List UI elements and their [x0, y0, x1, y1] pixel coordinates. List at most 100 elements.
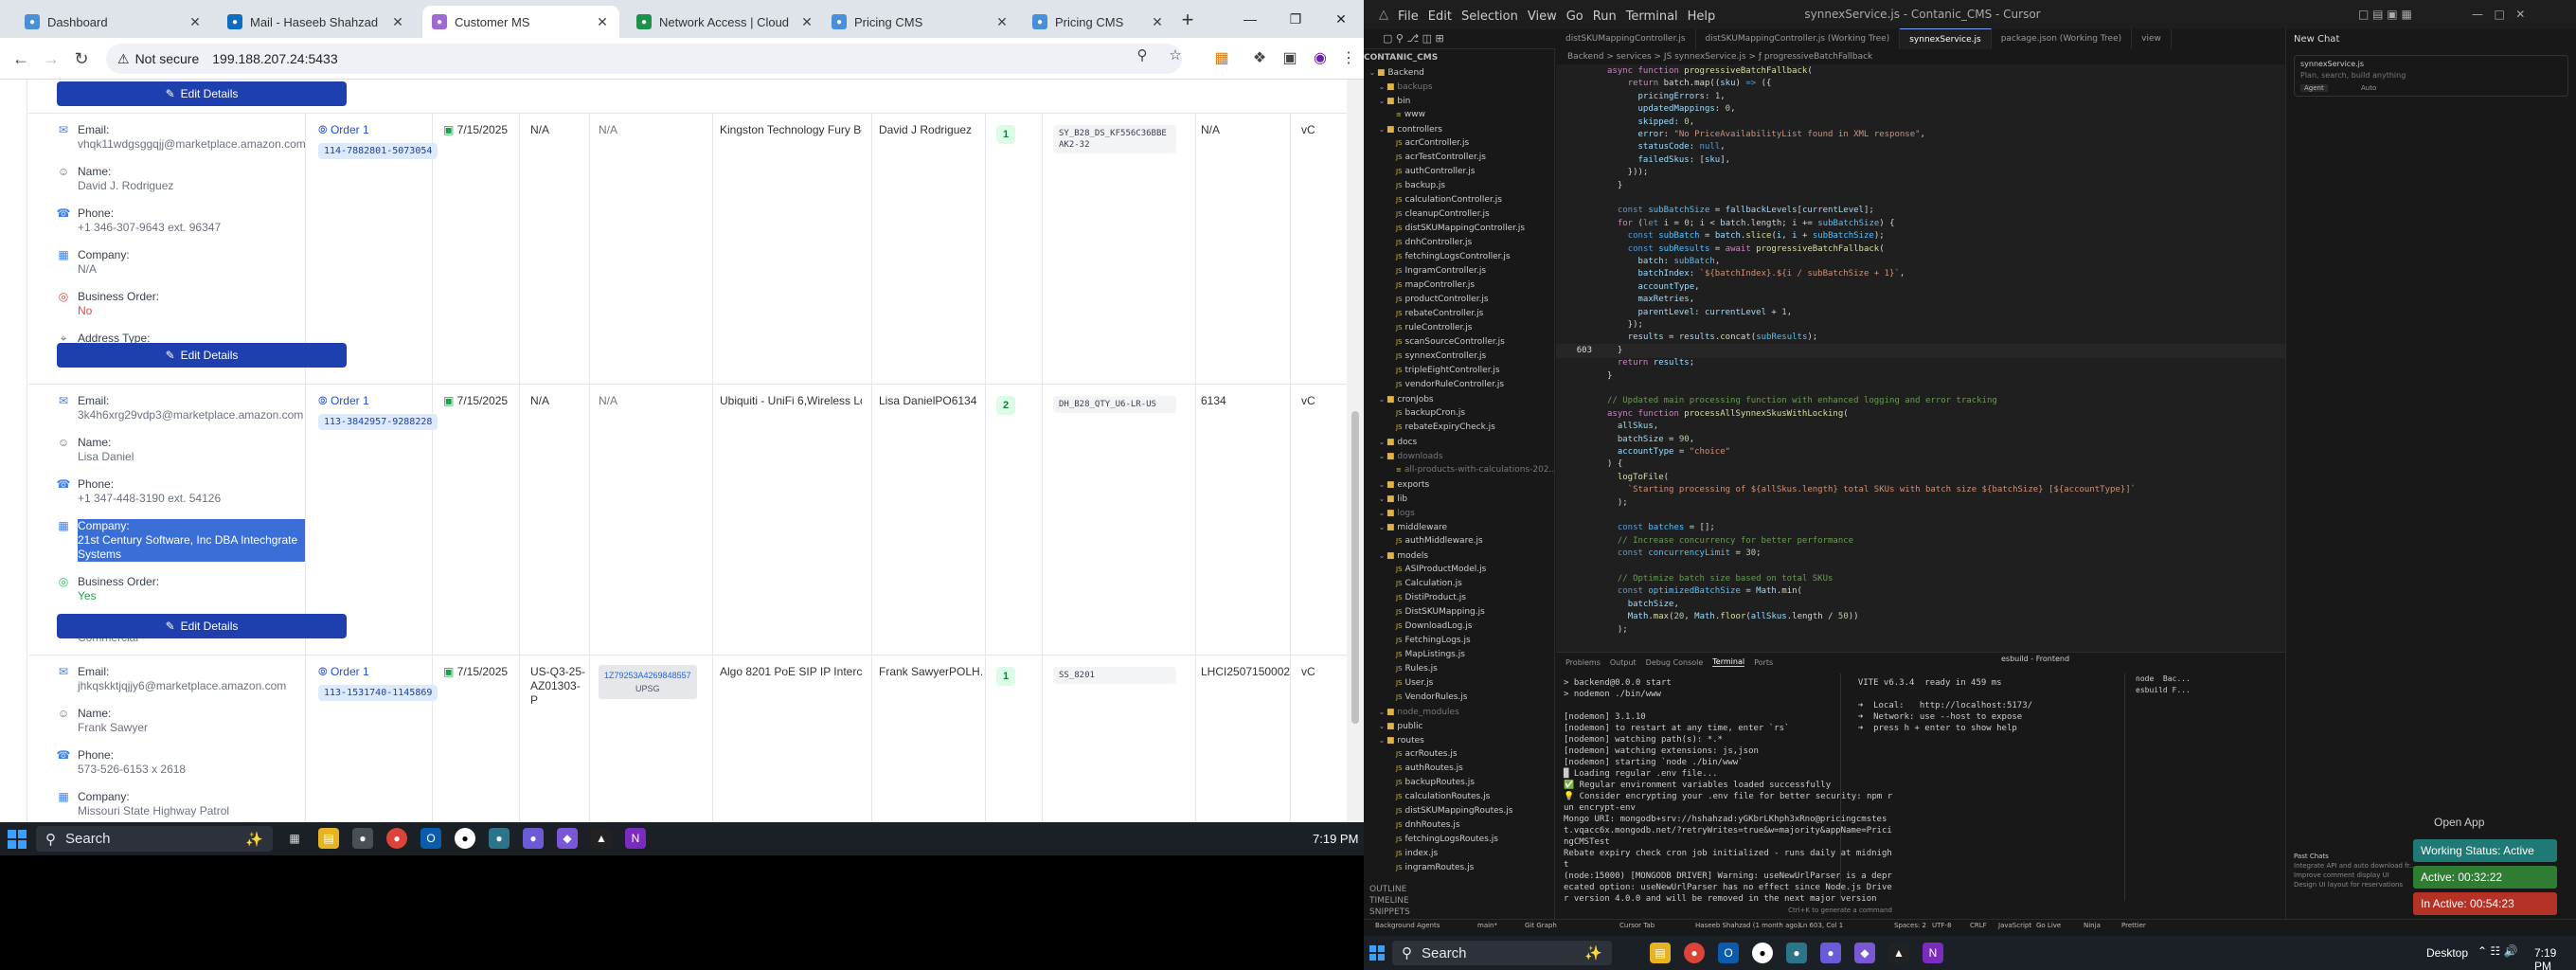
explorer-item[interactable]: JS tripleEightController.js	[1364, 364, 1554, 378]
order-id-chip[interactable]: 114-7882801-5073054	[318, 143, 438, 159]
explorer-item[interactable]: JS DistSKUMapping.js	[1364, 605, 1554, 620]
status-item[interactable]: JavaScript	[1998, 922, 2031, 929]
github-icon[interactable]: ●	[1752, 943, 1773, 963]
close-icon[interactable]: ✕	[188, 14, 203, 30]
explorer-item[interactable]: JS calculationRoutes.js	[1364, 790, 1554, 804]
layout-icons[interactable]: □ ▤ ▣ ▦	[2358, 8, 2412, 21]
menu-item[interactable]: Edit	[1428, 9, 1452, 24]
app-icon-3[interactable]: ◆	[1854, 943, 1875, 963]
page-scrollbar[interactable]	[1347, 80, 1364, 822]
cursor-app-icon[interactable]: ▲	[1888, 943, 1909, 963]
extension-grid-icon[interactable]: ▦	[1210, 47, 1233, 70]
explorer-item[interactable]: JS vendorRuleController.js	[1364, 378, 1554, 392]
edit-details-button[interactable]: ✎ Edit Details	[57, 343, 347, 368]
explorer-item[interactable]: JS User.js	[1364, 676, 1554, 691]
status-item[interactable]: Go Live	[2036, 922, 2061, 929]
close-icon[interactable]: ✕	[390, 14, 405, 30]
explorer-item[interactable]: ⌄ ■ downloads	[1364, 449, 1554, 463]
sidepanel-icon[interactable]: ▣	[1279, 47, 1301, 70]
order-id-chip[interactable]: 113-3842957-9288228	[318, 414, 438, 430]
zoom-icon[interactable]: ⚲	[1132, 45, 1153, 66]
status-item[interactable]: Prettier	[2121, 922, 2146, 929]
editor-tab[interactable]: distSKUMappingController.js (Working Tre…	[1696, 28, 1901, 49]
github-icon[interactable]: ●	[455, 828, 475, 849]
browser-tab[interactable]: ● Pricing CMS ✕	[1023, 6, 1174, 38]
explorer-item[interactable]: JS ingramRoutes.js	[1364, 861, 1554, 875]
explorer-item[interactable]: JS fetchingLogsController.js	[1364, 250, 1554, 264]
edit-details-button[interactable]: ✎ Edit Details	[57, 81, 347, 106]
app-icon-1[interactable]: ●	[1786, 943, 1807, 963]
chat-file-chip[interactable]: synnexService.js	[2300, 60, 2364, 68]
explorer-item[interactable]: JS authController.js	[1364, 165, 1554, 179]
chat-model-select[interactable]: Auto	[2361, 84, 2376, 92]
email-value[interactable]: 3k4h6xrg29vdp3@marketplace.amazon.com	[78, 408, 303, 422]
chrome-alt-icon[interactable]: ●	[386, 828, 407, 849]
status-item[interactable]: Ninja	[2084, 922, 2101, 929]
tracking-chip[interactable]: 1Z79253A4269848557 UPSG	[599, 665, 697, 699]
chat-input-box[interactable]: synnexService.js Plan, search, build any…	[2294, 55, 2568, 97]
profile-icon[interactable]: ◉	[1309, 47, 1332, 70]
explorer-item[interactable]: ⌄ ■ routes	[1364, 733, 1554, 747]
browser-tab[interactable]: ● Pricing CMS ✕	[822, 6, 1019, 38]
status-item[interactable]: Spaces: 2	[1894, 922, 1926, 929]
past-chat-item[interactable]: Past Chats	[2294, 853, 2329, 860]
task-view-icon[interactable]: ▦	[284, 828, 305, 849]
menu-item[interactable]: File	[1398, 9, 1419, 24]
reload-icon[interactable]: ↻	[68, 45, 95, 72]
status-item[interactable]: CRLF	[1970, 922, 1987, 929]
menu-icon[interactable]: ⋮	[1337, 47, 1360, 70]
outlook-icon[interactable]: O	[1718, 943, 1739, 963]
email-value[interactable]: vhqk11wdgsggqjj@marketplace.amazon.com	[78, 137, 306, 152]
explorer-item[interactable]: JS calculationController.js	[1364, 193, 1554, 207]
browser-tab[interactable]: ● Customer MS ✕	[422, 6, 619, 38]
explorer-item[interactable]: JS backupCron.js	[1364, 406, 1554, 421]
close-icon[interactable]: ✕	[595, 14, 610, 30]
explorer-item[interactable]: JS DistiProduct.js	[1364, 591, 1554, 605]
explorer-item[interactable]: JS IngramController.js	[1364, 264, 1554, 278]
explorer-item[interactable]: ⌄ ■ lib	[1364, 492, 1554, 506]
chat-mode-select[interactable]: Agent	[2300, 84, 2328, 92]
explorer-item[interactable]: JS MapListings.js	[1364, 648, 1554, 662]
windows-start-icon[interactable]	[8, 830, 27, 849]
explorer-item[interactable]: JS index.js	[1364, 847, 1554, 861]
email-value[interactable]: jhkqskktjqjjy6@marketplace.amazon.com	[78, 679, 286, 693]
editor-tab[interactable]: view	[2132, 28, 2172, 49]
order-id-chip[interactable]: 113-1531740-1145869	[318, 685, 438, 701]
explorer-item[interactable]: JS ASIProductModel.js	[1364, 563, 1554, 577]
explorer-item[interactable]: ⌄ ■ backups	[1364, 80, 1554, 94]
past-chat-item[interactable]: Improve comment display UI	[2294, 871, 2389, 879]
explorer-item[interactable]: JS backup.js	[1364, 179, 1554, 193]
status-item[interactable]: Git Graph	[1525, 922, 1557, 929]
explorer-item[interactable]: JS mapController.js	[1364, 278, 1554, 293]
status-item[interactable]: Ln 603, Col 1	[1799, 922, 1843, 929]
address-bar[interactable]: ⚠ Not secure 199.188.207.24:5433	[106, 44, 1182, 74]
explorer-item[interactable]: JS synnexController.js	[1364, 350, 1554, 364]
explorer-item[interactable]: JS Rules.js	[1364, 662, 1554, 676]
panel-tab[interactable]: Debug Console	[1646, 658, 1704, 667]
app-icon-1[interactable]: ●	[489, 828, 510, 849]
terminal-instance[interactable]: node Bac...	[2136, 674, 2191, 685]
status-item[interactable]: main*	[1477, 922, 1497, 929]
explorer-item[interactable]: JS productController.js	[1364, 293, 1554, 307]
past-chat-item[interactable]: Integrate API and auto download fr...	[2294, 862, 2416, 870]
menu-item[interactable]: Run	[1593, 9, 1617, 24]
close-icon[interactable]: ✕	[1150, 14, 1165, 30]
explorer-item[interactable]: ⌄ ■ Backend	[1364, 65, 1554, 80]
status-item[interactable]: Haseeb Shahzad (1 month ago)	[1695, 922, 1800, 929]
order-link[interactable]: ⦾ Order 1	[318, 394, 438, 408]
explorer-item[interactable]: JS scanSourceController.js	[1364, 335, 1554, 350]
app-icon-2[interactable]: ●	[523, 828, 544, 849]
file-explorer-icon[interactable]: ▤	[1650, 943, 1671, 963]
close-icon[interactable]: ✕	[799, 14, 814, 30]
menu-item[interactable]: Selection	[1461, 9, 1518, 24]
explorer-item[interactable]: ≡ all-products-with-calculations-202...	[1364, 463, 1554, 477]
editor-tab[interactable]: synnexService.js	[1900, 28, 1992, 49]
explorer-item[interactable]: JS ruleController.js	[1364, 321, 1554, 335]
explorer-item[interactable]: ⌄ ■ models	[1364, 548, 1554, 563]
panel-tab[interactable]: Output	[1610, 658, 1637, 667]
menu-item[interactable]: Help	[1688, 9, 1716, 24]
explorer-item[interactable]: ⌄ ■ middleware	[1364, 520, 1554, 534]
status-item[interactable]: UTF-8	[1932, 922, 1951, 929]
explorer-item[interactable]: JS authRoutes.js	[1364, 762, 1554, 776]
tray-icons[interactable]: ⌃ ☷ 🔊	[2478, 944, 2517, 958]
